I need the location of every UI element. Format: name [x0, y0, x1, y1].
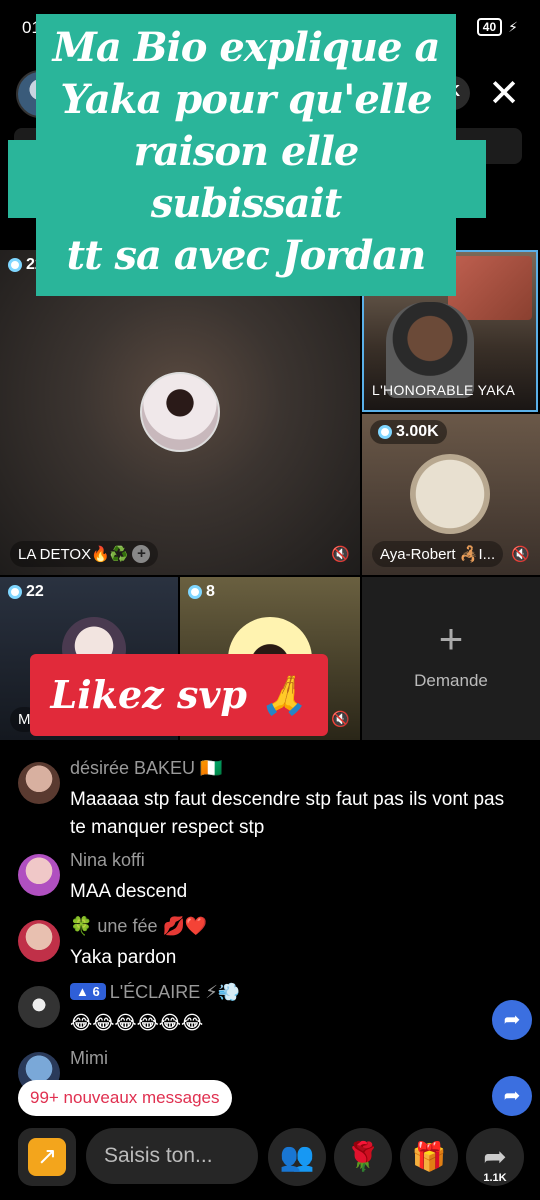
comment-item: 🍀 une fée 💋❤️ Yaka pardon: [18, 908, 498, 972]
new-messages-pill[interactable]: 99+ nouveaux messages: [18, 1080, 232, 1116]
commenter-name-text: L'ÉCLAIRE ⚡💨: [109, 982, 241, 1002]
mic-off-icon: 🔇: [331, 711, 350, 728]
commenter-name[interactable]: désirée BAKEU 🇨🇮: [70, 758, 222, 779]
request-label: Demande: [414, 671, 488, 690]
rank-badge: ▲ 6: [70, 983, 106, 1000]
guest-name: Aya-Robert 🦂I...: [380, 546, 496, 563]
likez-overlay: Likez svp 🙏: [30, 654, 328, 736]
share-arrow-icon: ➦: [503, 1085, 521, 1107]
close-icon: ✕: [488, 73, 520, 115]
comment-text: Maaaaa stp faut descendre stp faut pas i…: [70, 789, 505, 838]
viewer-count: 22: [8, 583, 44, 601]
viewer-icon: [378, 425, 392, 439]
close-button[interactable]: ✕: [482, 74, 526, 118]
commenter-avatar[interactable]: [18, 920, 60, 962]
rank-value: 6: [92, 984, 100, 999]
viewer-count-value: 3.00K: [396, 423, 439, 440]
users-icon: 👥: [279, 1141, 315, 1172]
viewer-icon: [188, 585, 202, 599]
share-fab[interactable]: ➦: [492, 1000, 532, 1040]
share-fab[interactable]: ➦: [492, 1076, 532, 1116]
share-button[interactable]: ↗: [18, 1128, 76, 1186]
follow-plus-icon[interactable]: +: [132, 545, 151, 563]
guest-name: LA DETOX🔥♻️: [18, 546, 129, 563]
share-arrow-icon: ↗: [28, 1138, 66, 1176]
overlay-title-line: Yaka pour qu'elle: [60, 76, 432, 123]
gift-button[interactable]: 🎁: [400, 1128, 458, 1186]
comment-input[interactable]: Saisis ton...: [86, 1128, 258, 1184]
bottom-bar: ↗ Saisis ton... 👥 🌹 🎁 ➦ 1.1K: [0, 1124, 540, 1194]
commenter-name[interactable]: ▲ 6 L'ÉCLAIRE ⚡💨: [70, 982, 240, 1003]
battery-icon: 40: [476, 18, 503, 36]
viewer-icon: [8, 258, 22, 272]
forward-icon: ➦: [483, 1141, 507, 1172]
guest-tile-detox[interactable]: 22 LA DETOX🔥♻️ + 🔇: [0, 250, 360, 575]
commenter-avatar[interactable]: [18, 986, 60, 1028]
comment-text: MAA descend: [70, 881, 188, 902]
mic-off-icon: 🔇: [331, 546, 350, 563]
guest-name: M: [18, 711, 31, 728]
viewer-count: 8: [188, 583, 215, 601]
status-icons: 40 ⚡: [476, 18, 518, 36]
overlay-title-line: raison elle subissait: [133, 128, 360, 227]
comment-text: Yaka pardon: [70, 947, 177, 968]
guest-tile-aya[interactable]: 3.00K Aya-Robert 🦂I... 🔇: [362, 414, 540, 575]
add-icon: +: [438, 615, 464, 662]
mic-off-icon: 🔇: [511, 546, 530, 563]
rose-icon: 🌹: [345, 1141, 381, 1172]
comment-text: 😂😂😂😂😂😂: [70, 1013, 204, 1034]
request-slot[interactable]: + Demande: [362, 577, 540, 740]
guest-name-label[interactable]: LA DETOX🔥♻️ +: [10, 541, 159, 567]
gift-icon: 🎁: [411, 1141, 447, 1172]
guest-avatar: [140, 372, 220, 452]
rose-button[interactable]: 🌹: [334, 1128, 392, 1186]
commenter-avatar[interactable]: [18, 854, 60, 896]
commenter-name[interactable]: Mimi: [70, 1048, 108, 1069]
users-button[interactable]: 👥: [268, 1128, 326, 1186]
overlay-title: Ma Bio explique a Yaka pour qu'elle rais…: [36, 14, 456, 296]
viewer-icon: [8, 585, 22, 599]
guest-avatar: [410, 454, 490, 534]
comment-item: désirée BAKEU 🇨🇮 Maaaaa stp faut descend…: [18, 750, 504, 842]
comment-item: Nina koffi MAA descend: [18, 842, 498, 906]
viewer-count-value: 22: [26, 583, 44, 600]
commenter-avatar[interactable]: [18, 762, 60, 804]
viewer-count: 3.00K: [370, 420, 447, 444]
viewer-count-value: 8: [206, 583, 215, 600]
video-inset: [448, 256, 532, 320]
share-arrow-icon: ➦: [503, 1009, 521, 1031]
overlay-title-line: tt sa avec Jordan: [66, 232, 427, 279]
forward-count: 1.1K: [483, 1172, 507, 1184]
likez-text: Likez svp 🙏: [50, 672, 308, 717]
guest-name-label[interactable]: Aya-Robert 🦂I...: [372, 541, 504, 567]
commenter-name[interactable]: Nina koffi: [70, 850, 145, 871]
forward-button[interactable]: ➦ 1.1K: [466, 1128, 524, 1186]
guest-name: L'HONORABLE YAKA: [372, 382, 516, 398]
commenter-name[interactable]: 🍀 une fée 💋❤️: [70, 916, 207, 937]
overlay-title-line: Ma Bio explique a: [52, 24, 441, 71]
charging-icon: ⚡: [508, 18, 518, 35]
comment-item: ▲ 6 L'ÉCLAIRE ⚡💨 😂😂😂😂😂😂: [18, 974, 498, 1038]
